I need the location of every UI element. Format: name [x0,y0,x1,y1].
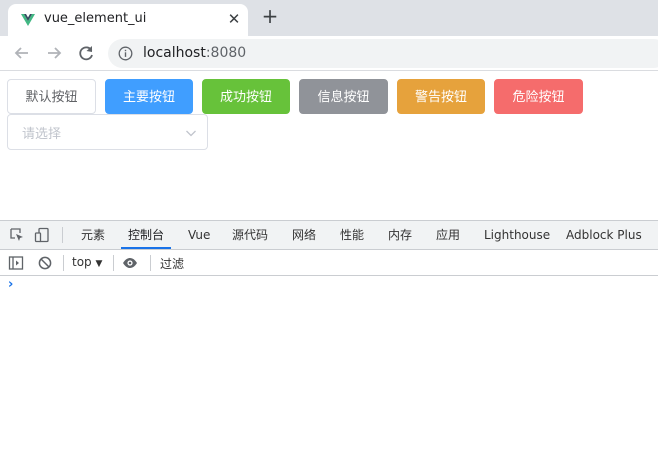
context-label: top [72,255,92,269]
tab-console[interactable]: 控制台 [121,221,172,249]
context-arrow: ▼ [95,259,103,269]
console-sidebar-icon[interactable] [8,255,24,271]
filter-input[interactable]: 过滤 [160,255,184,272]
page-content: 默认按钮 主要按钮 成功按钮 信息按钮 警告按钮 危险按钮 请选择 [0,72,658,220]
console-divider [150,255,151,271]
context-selector[interactable]: top ▼ [72,255,102,269]
tab-network[interactable]: 网络 [292,221,316,249]
tab-application[interactable]: 应用 [436,221,460,249]
device-toolbar-icon[interactable] [34,227,50,243]
primary-button[interactable]: 主要按钮 [105,79,193,114]
console-divider [113,255,114,271]
devtools-divider [62,227,63,243]
tab-vue[interactable]: Vue [188,221,210,249]
select-dropdown[interactable]: 请选择 [7,114,208,150]
tab-lighthouse[interactable]: Lighthouse [484,221,550,249]
browser-tab[interactable]: vue_element_ui ✕ [8,4,248,36]
warning-button[interactable]: 警告按钮 [397,79,485,114]
tab-close-button[interactable]: ✕ [225,10,243,28]
clear-console-icon[interactable] [37,255,53,271]
select-placeholder: 请选择 [22,127,62,142]
arrow-right-icon[interactable] [43,42,65,64]
inspect-element-icon[interactable] [9,227,25,243]
tab-performance[interactable]: 性能 [340,221,364,249]
info-button[interactable]: 信息按钮 [299,79,388,114]
success-button[interactable]: 成功按钮 [202,79,290,114]
console-prompt[interactable]: › [8,277,13,292]
chevron-down-icon [186,130,196,137]
console-divider [63,255,64,271]
tab-memory[interactable]: 内存 [388,221,412,249]
tab-elements[interactable]: 元素 [81,221,105,249]
url-text: localhost:8080 [143,45,246,61]
url-port: :8080 [205,45,247,61]
address-bar[interactable]: localhost:8080 [108,39,658,68]
default-button[interactable]: 默认按钮 [7,79,96,114]
url-host: localhost [143,45,206,61]
tab-title: vue_element_ui [44,11,147,26]
browser-toolbar: localhost:8080 [0,36,658,71]
new-tab-button[interactable]: + [259,5,281,27]
reload-icon[interactable] [75,42,97,64]
live-expression-eye-icon[interactable] [122,255,138,271]
devtools-tab-bar: 元素 控制台 Vue 源代码 网络 性能 内存 应用 Lighthouse Ad… [0,221,658,250]
danger-button[interactable]: 危险按钮 [494,79,583,114]
browser-tab-strip: vue_element_ui ✕ + [0,0,658,36]
tab-sources[interactable]: 源代码 [232,221,268,249]
arrow-left-icon[interactable] [11,42,33,64]
vue-logo-icon [21,14,35,26]
console-toolbar: top ▼ 过滤 [0,250,658,276]
devtools-panel: 元素 控制台 Vue 源代码 网络 性能 内存 应用 Lighthouse Ad… [0,220,658,472]
tab-adblock-plus[interactable]: Adblock Plus [566,221,642,249]
info-circle-icon[interactable] [118,46,133,61]
